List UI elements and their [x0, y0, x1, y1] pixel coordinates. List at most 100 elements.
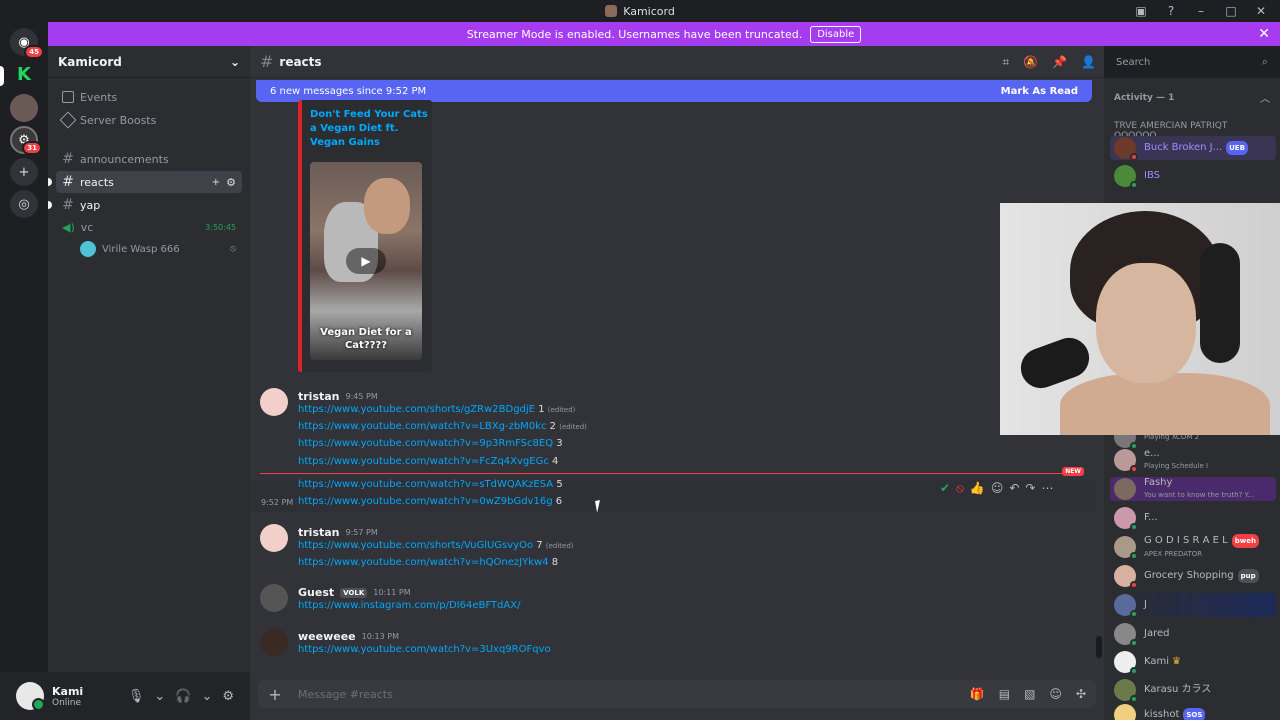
server-header[interactable]: Kamicord ⌄ — [48, 46, 250, 78]
link[interactable]: https://www.youtube.com/watch?v=hQOnezJY… — [298, 557, 549, 568]
link[interactable]: https://www.youtube.com/watch?v=0wZ9bGdv… — [298, 496, 553, 507]
headphones-icon[interactable]: 🎧 — [175, 689, 191, 704]
no-reaction-icon[interactable]: ⦸ — [956, 481, 964, 496]
user-controls: 🎙 ⌄ 🎧 ⌄ ⚙ — [128, 672, 234, 720]
member-item[interactable]: Fashy You want to know the truth? Y... — [1110, 477, 1276, 501]
notification-bell-icon[interactable]: 🔕 — [1023, 55, 1038, 69]
more-icon[interactable]: ⋯ — [1041, 481, 1053, 495]
member-item[interactable]: e... Playing Schedule I — [1110, 448, 1276, 473]
edited-label: (edited) — [559, 423, 587, 431]
disable-button[interactable]: Disable — [810, 25, 862, 43]
reply-icon[interactable]: ↶ — [1009, 481, 1019, 495]
sidebar-item-server-boosts[interactable]: Server Boosts — [56, 109, 242, 131]
link[interactable]: https://www.instagram.com/p/DI64eBFTdAX/ — [298, 600, 520, 611]
member-item[interactable]: J — [1110, 593, 1276, 618]
message-input[interactable]: + Message #reacts 🎁 ▤ ▧ ☺ ✣ — [258, 680, 1096, 708]
play-icon[interactable]: ▶ — [346, 248, 386, 274]
channel-reacts[interactable]: # reacts ⚙ + — [48, 171, 242, 193]
member-item[interactable]: Karasu カラス — [1110, 678, 1276, 703]
message-actions: ✔ ⦸ 👍 ☺ ↶ ↷ ⋯ — [940, 478, 1053, 498]
server-icon-wheel[interactable]: ⚙ 31 — [10, 126, 42, 155]
webcam-person-body — [1060, 373, 1270, 435]
voice-member[interactable]: Virile Wasp 666 ⦸ — [56, 238, 242, 260]
discover-icon[interactable]: ◎ — [10, 190, 38, 218]
help-icon[interactable]: ? — [1158, 0, 1184, 22]
video-thumbnail[interactable]: ▶ Vegan Diet for a Cat???? — [310, 162, 422, 360]
link[interactable]: https://www.youtube.com/watch?v=sTdWQAKz… — [298, 479, 553, 490]
avatar[interactable] — [260, 584, 288, 612]
new-messages-bar[interactable]: 6 new messages since 9:52 PM Mark As Rea… — [256, 80, 1092, 102]
thumbs-up-icon[interactable]: 👍 — [970, 481, 985, 495]
link[interactable]: https://www.youtube.com/watch?v=9p3RmFSc… — [298, 438, 553, 449]
pin-icon[interactable]: 📌 — [1052, 55, 1067, 69]
member-item[interactable]: G O D I S R A E Lbweh APEX PREDATOR — [1110, 534, 1276, 560]
sticker-icon[interactable]: ▧ — [1024, 687, 1035, 701]
user-panel: Kami Online 🎙 ⌄ 🎧 ⌄ ⚙ — [0, 672, 250, 720]
emoji-icon[interactable]: ☺ — [1049, 687, 1062, 701]
avatar — [1114, 507, 1138, 531]
member-item[interactable]: IBS — [1110, 164, 1276, 189]
voice-channel-vc[interactable]: ◀) vc 3:50:45 — [56, 216, 242, 238]
microphone-icon[interactable]: 🎙 — [128, 689, 145, 704]
author-name[interactable]: tristan — [298, 390, 340, 403]
channel-yap[interactable]: # yap — [48, 194, 242, 216]
close-icon[interactable]: ✕ — [1258, 26, 1270, 42]
server-icon-avatar[interactable] — [10, 94, 38, 122]
maximize-button[interactable]: □ — [1218, 0, 1244, 22]
member-item[interactable]: Jared — [1110, 622, 1276, 647]
inbox-icon[interactable]: ▣ — [1128, 0, 1154, 22]
add-reaction-icon[interactable]: ☺ — [991, 481, 1004, 495]
minimize-button[interactable]: – — [1188, 0, 1214, 22]
mark-as-read-button[interactable]: Mark As Read — [1001, 86, 1078, 97]
author-name[interactable]: weeweee — [298, 630, 356, 643]
member-list-icon[interactable]: 👤 — [1081, 55, 1096, 69]
link[interactable]: https://www.youtube.com/shorts/VuGlUGsvy… — [298, 540, 533, 551]
member-item[interactable]: Grocery Shopping pup — [1110, 564, 1276, 589]
activity-header[interactable]: Activity — 1 — [1114, 93, 1174, 103]
chevron-up-icon[interactable]: ︿ — [1260, 90, 1270, 105]
message-text: 1 — [538, 404, 545, 415]
gift-icon[interactable]: 🎁 — [970, 687, 985, 701]
forward-icon[interactable]: ↷ — [1025, 481, 1035, 495]
member-item[interactable]: F... — [1110, 506, 1276, 531]
avatar[interactable] — [16, 682, 45, 711]
apps-icon[interactable]: ✣ — [1076, 687, 1086, 701]
search-input[interactable]: Search ⌕ — [1110, 52, 1274, 72]
sidebar-item-events[interactable]: Events — [56, 86, 242, 108]
gear-icon[interactable]: ⚙ — [222, 689, 234, 704]
member-item[interactable]: Buck Broken J... UEB — [1110, 136, 1276, 161]
direct-messages-icon[interactable]: ◉ 45 — [10, 28, 44, 59]
link[interactable]: https://www.youtube.com/watch?v=FcZq4Xvg… — [298, 456, 549, 467]
add-attachment-icon[interactable]: + — [258, 685, 292, 704]
avatar[interactable] — [260, 524, 288, 552]
avatar[interactable] — [260, 628, 288, 656]
user-info[interactable]: Kami Online — [52, 685, 83, 708]
member-name: Jared — [1144, 628, 1170, 639]
avatar — [1114, 623, 1138, 647]
member-name: Buck Broken J... — [1144, 142, 1223, 153]
search-icon: ⌕ — [1261, 55, 1268, 68]
message-area: 6 new messages since 9:52 PM Mark As Rea… — [250, 78, 1104, 672]
link[interactable]: https://www.youtube.com/watch?v=3Uxq9ROF… — [298, 644, 551, 655]
member-item[interactable]: Kami ♛ — [1110, 650, 1276, 675]
chevron-down-icon[interactable]: ⌄ — [154, 689, 165, 704]
author-name[interactable]: tristan — [298, 526, 340, 539]
avatar[interactable] — [260, 388, 288, 416]
chevron-down-icon[interactable]: ⌄ — [201, 689, 212, 704]
server-icon-k[interactable]: K — [10, 60, 38, 88]
check-reaction-icon[interactable]: ✔ — [940, 481, 950, 495]
gif-icon[interactable]: ▤ — [999, 687, 1010, 701]
link[interactable]: https://www.youtube.com/shorts/gZRw2BDgd… — [298, 404, 535, 415]
link[interactable]: https://www.youtube.com/watch?v=LBXg-zbM… — [298, 421, 546, 432]
embed-title[interactable]: Don't Feed Your Cats a Vegan Diet ft. Ve… — [310, 108, 428, 150]
invite-icon[interactable]: + — [212, 177, 220, 188]
gear-icon[interactable]: ⚙ — [226, 176, 236, 189]
close-window-button[interactable]: ✕ — [1248, 0, 1274, 22]
add-server-icon[interactable]: + — [10, 158, 38, 186]
member-item[interactable]: kisshot SOS — [1110, 703, 1276, 720]
scrollbar[interactable] — [1096, 636, 1102, 658]
channel-announcements[interactable]: # announcements — [56, 148, 242, 170]
message-line: https://www.youtube.com/shorts/gZRw2BDgd… — [298, 404, 575, 415]
threads-icon[interactable]: ⌗ — [1002, 55, 1009, 70]
author-name[interactable]: Guest — [298, 586, 334, 599]
